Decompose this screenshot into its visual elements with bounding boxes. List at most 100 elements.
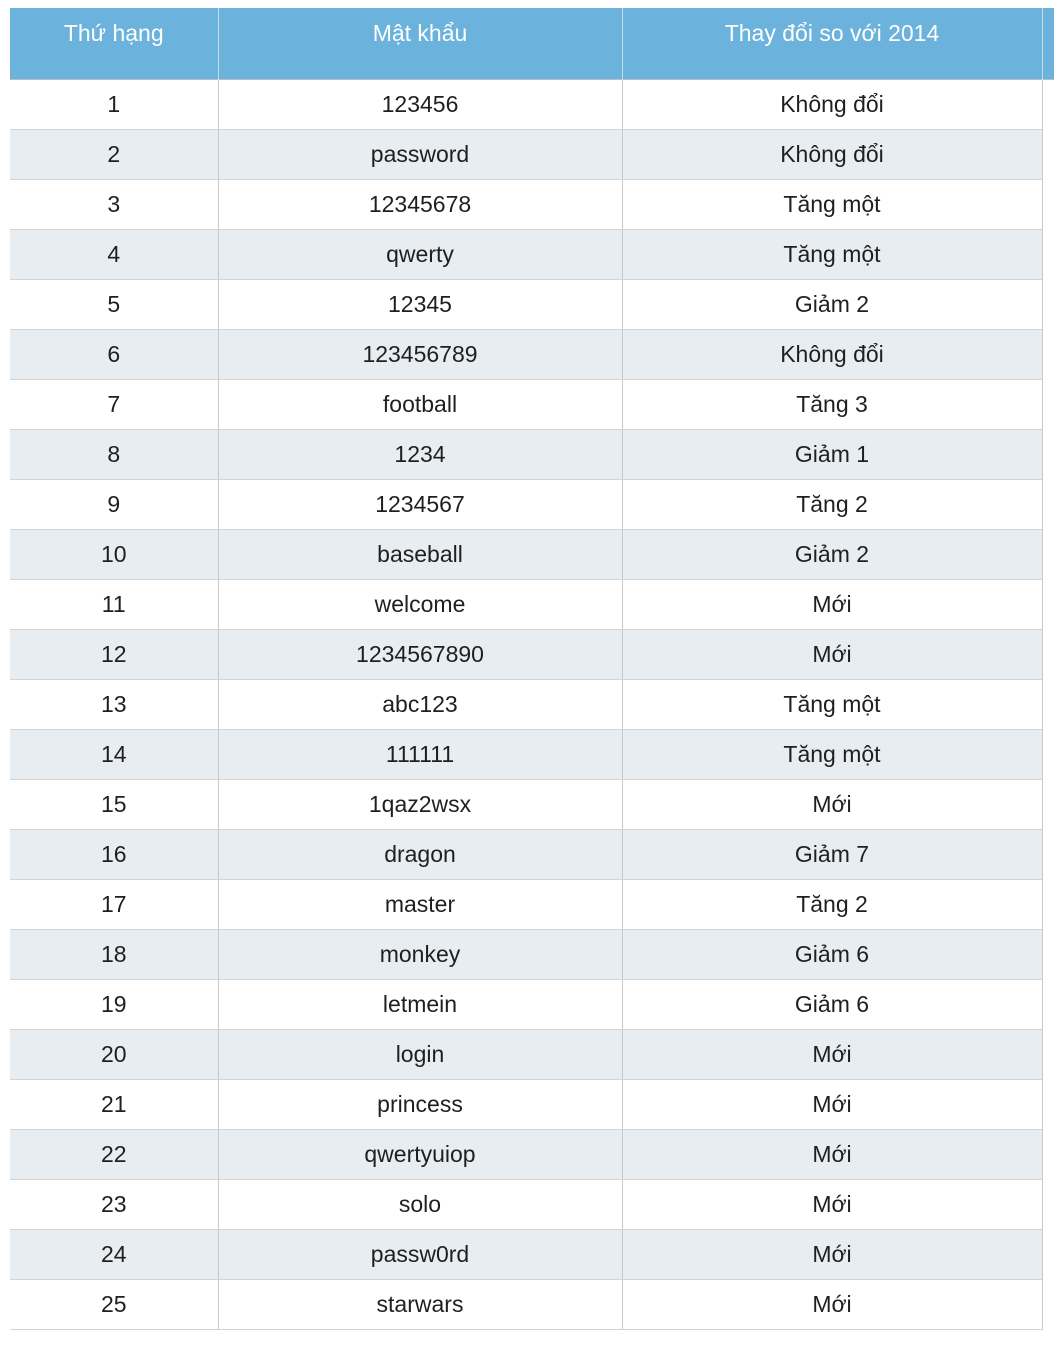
cell-rank: 16	[10, 829, 219, 880]
cell-rank: 22	[10, 1129, 219, 1180]
cell-change: Giảm 6	[622, 929, 1043, 980]
cell-change: Không đổi	[622, 329, 1043, 380]
cell-extra	[1041, 829, 1054, 879]
cell-password: qwertyuiop	[218, 1129, 623, 1180]
cell-rank: 3	[10, 179, 219, 230]
table-row: 22 qwertyuiop Mới	[10, 1129, 1054, 1180]
table-row: 23 solo Mới	[10, 1179, 1054, 1230]
cell-rank: 1	[10, 78, 219, 130]
table-row: 10 baseball Giảm 2	[10, 529, 1054, 580]
cell-rank: 24	[10, 1229, 219, 1280]
header-change: Thay đổi so với 2014	[622, 8, 1043, 79]
cell-change: Mới	[622, 1029, 1043, 1080]
cell-change: Mới	[622, 779, 1043, 830]
cell-rank: 17	[10, 879, 219, 930]
cell-change: Mới	[622, 579, 1043, 630]
cell-extra	[1041, 879, 1054, 929]
cell-extra	[1041, 629, 1054, 679]
cell-password: password	[218, 129, 623, 180]
cell-rank: 9	[10, 479, 219, 530]
table-row: 4 qwerty Tăng một	[10, 229, 1054, 280]
table-row: 11 welcome Mới	[10, 579, 1054, 630]
cell-change: Không đổi	[622, 129, 1043, 180]
cell-extra	[1041, 1229, 1054, 1279]
cell-extra	[1041, 78, 1054, 129]
table-row: 18 monkey Giảm 6	[10, 929, 1054, 980]
table-row: 21 princess Mới	[10, 1079, 1054, 1130]
cell-change: Tăng một	[622, 679, 1043, 730]
table-row: 5 12345 Giảm 2	[10, 279, 1054, 330]
cell-change: Không đổi	[622, 78, 1043, 130]
table-body: 1 123456 Không đổi 2 password Không đổi 3 12345…	[10, 78, 1054, 1330]
cell-rank: 8	[10, 429, 219, 480]
cell-extra	[1041, 729, 1054, 779]
cell-rank: 5	[10, 279, 219, 330]
cell-change: Giảm 7	[622, 829, 1043, 880]
cell-password: 123456	[218, 78, 623, 130]
table-row: 14 111111 Tăng một	[10, 729, 1054, 780]
cell-rank: 10	[10, 529, 219, 580]
cell-password: 12345	[218, 279, 623, 330]
cell-rank: 23	[10, 1179, 219, 1230]
table-row: 24 passw0rd Mới	[10, 1229, 1054, 1280]
cell-rank: 20	[10, 1029, 219, 1080]
cell-change: Giảm 1	[622, 429, 1043, 480]
cell-extra	[1041, 929, 1054, 979]
cell-change: Mới	[622, 629, 1043, 680]
password-ranking-table-container: Thứ hạng Mật khẩu Thay đổi so với 2014 1…	[10, 8, 1054, 1330]
cell-extra	[1041, 579, 1054, 629]
cell-password: 1234567890	[218, 629, 623, 680]
table-row: 1 123456 Không đổi	[10, 78, 1054, 130]
cell-change: Tăng 3	[622, 379, 1043, 430]
cell-password: passw0rd	[218, 1229, 623, 1280]
header-rank: Thứ hạng	[10, 8, 219, 79]
cell-rank: 19	[10, 979, 219, 1030]
cell-password: solo	[218, 1179, 623, 1230]
cell-password: 111111	[218, 729, 623, 780]
cell-password: princess	[218, 1079, 623, 1130]
cell-password: welcome	[218, 579, 623, 630]
cell-extra	[1041, 429, 1054, 479]
cell-password: login	[218, 1029, 623, 1080]
cell-rank: 21	[10, 1079, 219, 1130]
cell-extra	[1041, 279, 1054, 329]
cell-password: 1234	[218, 429, 623, 480]
cell-rank: 13	[10, 679, 219, 730]
cell-rank: 6	[10, 329, 219, 380]
cell-change: Giảm 2	[622, 279, 1043, 330]
cell-extra	[1041, 1279, 1054, 1329]
table-row: 19 letmein Giảm 6	[10, 979, 1054, 1030]
cell-change: Tăng 2	[622, 479, 1043, 530]
cell-change: Tăng một	[622, 229, 1043, 280]
cell-change: Mới	[622, 1279, 1043, 1330]
cell-change: Giảm 6	[622, 979, 1043, 1030]
cell-extra	[1041, 479, 1054, 529]
cell-extra	[1041, 379, 1054, 429]
cell-password: starwars	[218, 1279, 623, 1330]
table-row: 6 123456789 Không đổi	[10, 329, 1054, 380]
cell-extra	[1041, 779, 1054, 829]
cell-change: Mới	[622, 1079, 1043, 1130]
table-row: 13 abc123 Tăng một	[10, 679, 1054, 730]
cell-rank: 7	[10, 379, 219, 430]
cell-password: 1qaz2wsx	[218, 779, 623, 830]
cell-extra	[1041, 229, 1054, 279]
cell-extra	[1041, 329, 1054, 379]
cell-change: Giảm 2	[622, 529, 1043, 580]
cell-password: 1234567	[218, 479, 623, 530]
cell-extra	[1041, 129, 1054, 179]
cell-password: football	[218, 379, 623, 430]
table-row: 9 1234567 Tăng 2	[10, 479, 1054, 530]
cell-change: Mới	[622, 1129, 1043, 1180]
cell-rank: 15	[10, 779, 219, 830]
cell-password: abc123	[218, 679, 623, 730]
cell-rank: 11	[10, 579, 219, 630]
table-row: 12 1234567890 Mới	[10, 629, 1054, 680]
cell-change: Mới	[622, 1229, 1043, 1280]
cell-change: Tăng một	[622, 179, 1043, 230]
cell-password: letmein	[218, 979, 623, 1030]
table-row: 15 1qaz2wsx Mới	[10, 779, 1054, 830]
cell-extra	[1041, 529, 1054, 579]
cell-password: dragon	[218, 829, 623, 880]
cell-extra	[1041, 1029, 1054, 1079]
